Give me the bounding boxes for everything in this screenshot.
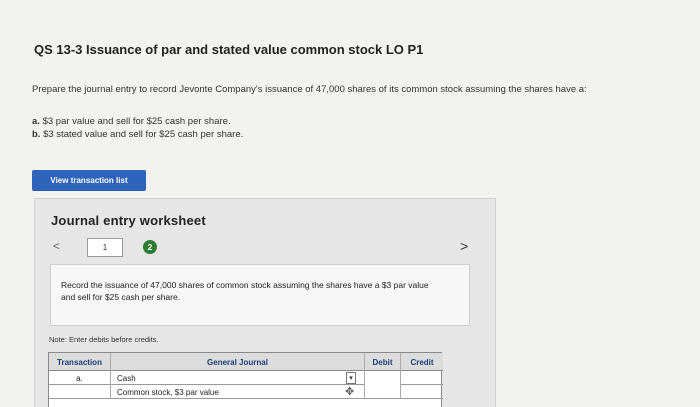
note-text: Note: Enter debits before credits. bbox=[49, 335, 159, 344]
chevron-down-icon[interactable]: ▾ bbox=[346, 372, 356, 384]
move-icon[interactable]: ✥ bbox=[345, 385, 354, 398]
row-account[interactable]: Cash bbox=[111, 371, 365, 385]
row-transaction bbox=[49, 385, 111, 399]
journal-row: a. Cash ▾ bbox=[49, 371, 443, 385]
page-2-tab[interactable]: 2 bbox=[143, 240, 157, 254]
row-account[interactable]: Common stock, $3 par value bbox=[111, 385, 365, 399]
row-transaction: a. bbox=[49, 371, 111, 385]
worksheet-title: Journal entry worksheet bbox=[51, 213, 206, 228]
instruction-box: Record the issuance of 47,000 shares of … bbox=[50, 264, 470, 326]
journal-header: Transaction General Journal Debit Credit bbox=[49, 353, 443, 371]
prev-icon[interactable]: < bbox=[53, 239, 60, 253]
next-icon[interactable]: > bbox=[460, 238, 468, 254]
part-b: b. $3 stated value and sell for $25 cash… bbox=[32, 128, 243, 141]
part-a-text: $3 par value and sell for $25 cash per s… bbox=[42, 116, 231, 127]
journal-table: Transaction General Journal Debit Credit… bbox=[48, 352, 443, 407]
page: QS 13-3 Issuance of par and stated value… bbox=[0, 0, 700, 407]
debit-input[interactable] bbox=[365, 371, 401, 385]
part-b-label: b. bbox=[32, 129, 41, 140]
header-debit: Debit bbox=[365, 353, 401, 371]
credit-input[interactable] bbox=[401, 371, 443, 385]
question-parts: a. $3 par value and sell for $25 cash pe… bbox=[32, 115, 243, 141]
page-1-tab[interactable]: 1 bbox=[87, 238, 123, 257]
question-prompt: Prepare the journal entry to record Jevo… bbox=[32, 84, 587, 95]
credit-input[interactable] bbox=[401, 385, 443, 399]
view-transaction-list-button[interactable]: View transaction list bbox=[32, 170, 146, 191]
part-b-text: $3 stated value and sell for $25 cash pe… bbox=[43, 129, 244, 140]
debit-input[interactable] bbox=[365, 385, 401, 399]
header-credit: Credit bbox=[410, 357, 434, 367]
part-a: a. $3 par value and sell for $25 cash pe… bbox=[32, 115, 243, 128]
part-a-label: a. bbox=[32, 116, 40, 127]
header-transaction: Transaction bbox=[49, 353, 111, 371]
header-general-journal: General Journal bbox=[111, 353, 365, 371]
instruction-text: Record the issuance of 47,000 shares of … bbox=[61, 280, 429, 302]
journal-row: Common stock, $3 par value ✥ bbox=[49, 385, 443, 399]
question-title: QS 13-3 Issuance of par and stated value… bbox=[34, 42, 424, 57]
